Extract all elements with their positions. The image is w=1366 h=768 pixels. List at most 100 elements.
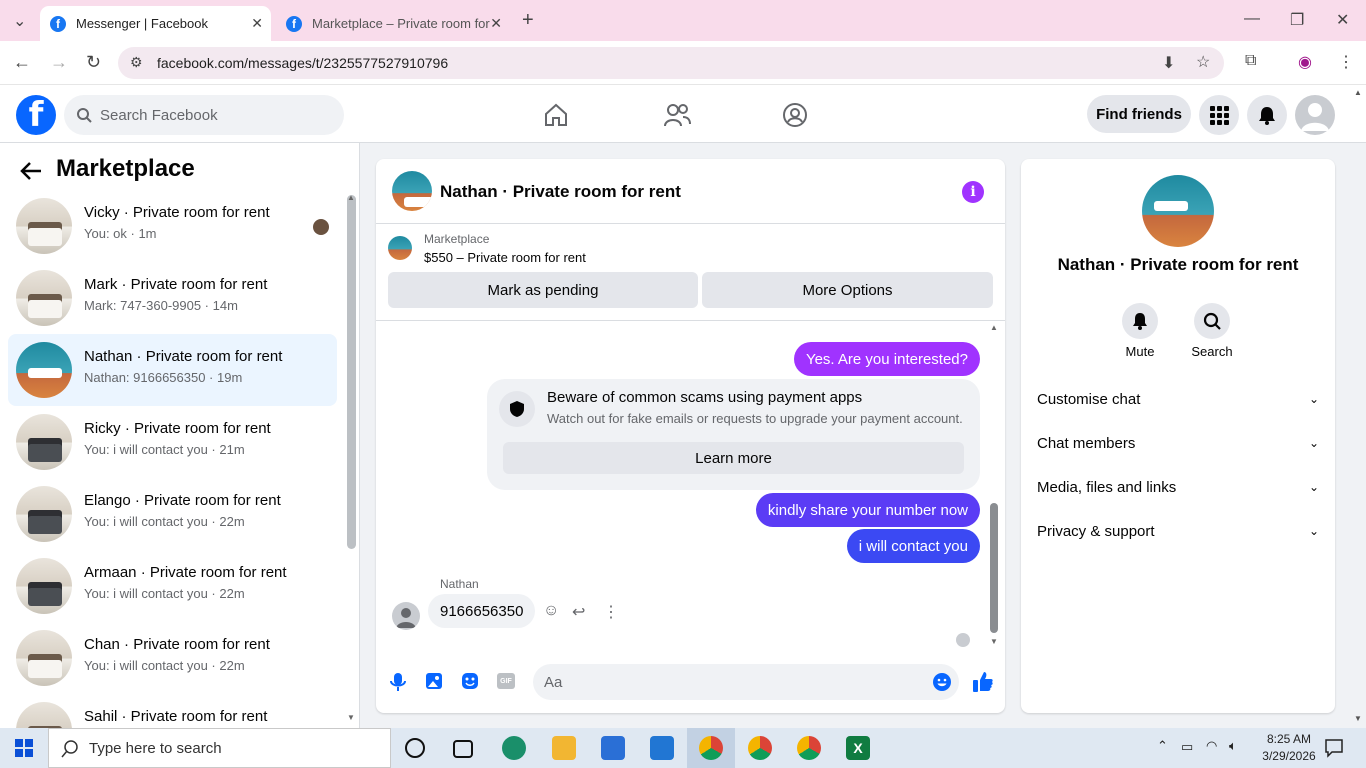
taskbar-clock[interactable]: 8:25 AM 3/29/2026 (1258, 731, 1320, 765)
photo-icon[interactable] (425, 672, 443, 690)
new-tab-icon[interactable]: + (522, 9, 534, 32)
task-view-icon[interactable] (453, 740, 473, 758)
back-icon[interactable]: ← (13, 52, 31, 73)
search-button[interactable] (1194, 303, 1230, 339)
file-explorer-icon[interactable] (552, 736, 576, 760)
outgoing-message[interactable]: Yes. Are you interested? (793, 342, 980, 376)
scroll-down-icon[interactable]: ▼ (347, 713, 355, 722)
tray-chevron-icon[interactable]: ⌃ (1157, 738, 1168, 754)
page-scroll-up-icon[interactable]: ▲ (1354, 88, 1362, 97)
find-friends-button[interactable]: Find friends (1087, 95, 1191, 133)
incoming-message[interactable]: 9166656350 (428, 594, 536, 628)
customise-chat-section[interactable]: Customise chat ⌄ (1037, 377, 1319, 421)
scroll-up-icon[interactable]: ▲ (347, 193, 355, 202)
media-files-links-section[interactable]: Media, files and links ⌄ (1037, 465, 1319, 509)
sender-avatar[interactable] (392, 602, 420, 630)
outgoing-message[interactable]: kindly share your number now (755, 493, 980, 527)
site-info-icon[interactable]: ⚙ (130, 54, 143, 71)
install-app-icon[interactable]: ⬇ (1162, 53, 1175, 73)
privacy-support-section[interactable]: Privacy & support ⌄ (1037, 509, 1319, 553)
profile-icon[interactable]: ◉ (1298, 52, 1312, 72)
sticker-icon[interactable] (461, 672, 479, 690)
chrome-icon[interactable] (748, 736, 772, 760)
tab-marketplace[interactable]: f Marketplace – Private room for ✕ (276, 6, 510, 41)
back-arrow-icon[interactable] (20, 161, 42, 181)
microphone-icon[interactable] (389, 672, 407, 692)
more-options-button[interactable]: More Options (702, 272, 993, 308)
chrome-menu-icon[interactable]: ⋮ (1338, 52, 1354, 72)
tab-messenger[interactable]: f Messenger | Facebook ✕ (40, 6, 271, 41)
reply-icon[interactable]: ↩ (572, 602, 585, 622)
conversation-item-selected[interactable]: Nathan · Private room for rent Nathan: 9… (8, 334, 337, 406)
minimize-icon[interactable]: — (1244, 10, 1260, 28)
windows-start-icon[interactable] (15, 739, 33, 757)
chevron-down-icon: ⌄ (1308, 480, 1319, 494)
conversation-item[interactable]: Sahil · Private room for rent (8, 694, 337, 728)
learn-more-button[interactable]: Learn more (503, 442, 964, 474)
excel-icon[interactable]: X (846, 736, 870, 760)
close-window-icon[interactable]: ✕ (1336, 10, 1349, 30)
mark-as-pending-button[interactable]: Mark as pending (388, 272, 698, 308)
conversation-title: Sahil · Private room for rent (84, 708, 268, 725)
info-icon[interactable]: i (962, 181, 984, 203)
home-icon[interactable] (543, 102, 569, 128)
menu-grid-button[interactable] (1199, 95, 1239, 135)
chat-members-section[interactable]: Chat members ⌄ (1037, 421, 1319, 465)
facebook-search-input[interactable]: Search Facebook (64, 95, 344, 135)
close-tab-icon[interactable]: ✕ (490, 15, 502, 32)
cortana-icon[interactable] (405, 738, 425, 758)
omnibox[interactable]: ⚙ facebook.com/messages/t/23255775279107… (118, 47, 1224, 79)
taskbar-search-input[interactable]: Type here to search (48, 728, 391, 768)
message-input[interactable]: Aa (533, 664, 959, 700)
tab-search-chevron-icon[interactable]: ⌄ (13, 11, 26, 31)
more-actions-icon[interactable]: ⋮ (603, 602, 619, 622)
friends-icon[interactable] (663, 102, 691, 128)
outgoing-message[interactable]: i will contact you (846, 529, 980, 563)
gif-icon[interactable]: GIF (497, 673, 515, 689)
groups-icon[interactable] (782, 102, 808, 128)
conversation-item[interactable]: Elango · Private room for rent You: i wi… (8, 478, 337, 550)
mail-icon[interactable] (650, 736, 674, 760)
battery-icon[interactable]: ▭ (1181, 739, 1193, 755)
chat-avatar[interactable] (392, 171, 432, 211)
react-icon[interactable]: ☺ (543, 602, 559, 620)
notifications-button[interactable] (1247, 95, 1287, 135)
sidebar-scrollbar[interactable] (347, 195, 356, 549)
details-avatar[interactable] (1142, 175, 1214, 247)
mute-button[interactable] (1122, 303, 1158, 339)
close-tab-icon[interactable]: ✕ (251, 15, 263, 32)
chat-scrollbar[interactable] (990, 503, 998, 633)
scroll-up-icon[interactable]: ▲ (990, 323, 998, 332)
wifi-icon[interactable]: ◠ (1206, 738, 1217, 754)
emoji-icon[interactable] (932, 672, 952, 692)
volume-icon[interactable]: 🔈︎ (1229, 738, 1237, 754)
extensions-icon[interactable]: ⧉ (1245, 52, 1256, 70)
conversation-item[interactable]: Ricky · Private room for rent You: i wil… (8, 406, 337, 478)
notification-center-icon[interactable] (1324, 738, 1344, 758)
facebook-logo-icon[interactable]: f (16, 95, 56, 135)
listing-thumbnail (16, 486, 72, 542)
bookmark-star-icon[interactable]: ☆ (1196, 52, 1210, 72)
chrome-icon[interactable] (699, 736, 723, 760)
conversation-preview: You: i will contact you · 22m (84, 514, 245, 529)
scroll-down-icon[interactable]: ▼ (990, 637, 998, 646)
chat-title[interactable]: Nathan · Private room for rent (440, 182, 681, 202)
avatar-icon (1301, 103, 1329, 131)
shield-icon (499, 391, 535, 427)
store-icon[interactable] (601, 736, 625, 760)
listing-title[interactable]: $550 – Private room for rent (424, 250, 586, 265)
url-text[interactable]: facebook.com/messages/t/2325577527910796 (157, 55, 448, 71)
page-scroll-down-icon[interactable]: ▼ (1354, 714, 1362, 723)
restore-icon[interactable]: ❐ (1290, 10, 1304, 30)
forward-icon[interactable]: → (50, 52, 68, 73)
edge-icon[interactable] (502, 736, 526, 760)
account-avatar[interactable] (1295, 95, 1335, 135)
conversation-item[interactable]: Armaan · Private room for rent You: i wi… (8, 550, 337, 622)
conversation-item[interactable]: Chan · Private room for rent You: i will… (8, 622, 337, 694)
section-label: Privacy & support (1037, 522, 1155, 540)
thumbs-up-icon[interactable] (972, 671, 994, 693)
conversation-item[interactable]: Vicky · Private room for rent You: ok · … (8, 190, 337, 262)
reload-icon[interactable]: ↻ (86, 52, 101, 73)
conversation-item[interactable]: Mark · Private room for rent Mark: 747-3… (8, 262, 337, 334)
chrome-icon[interactable] (797, 736, 821, 760)
